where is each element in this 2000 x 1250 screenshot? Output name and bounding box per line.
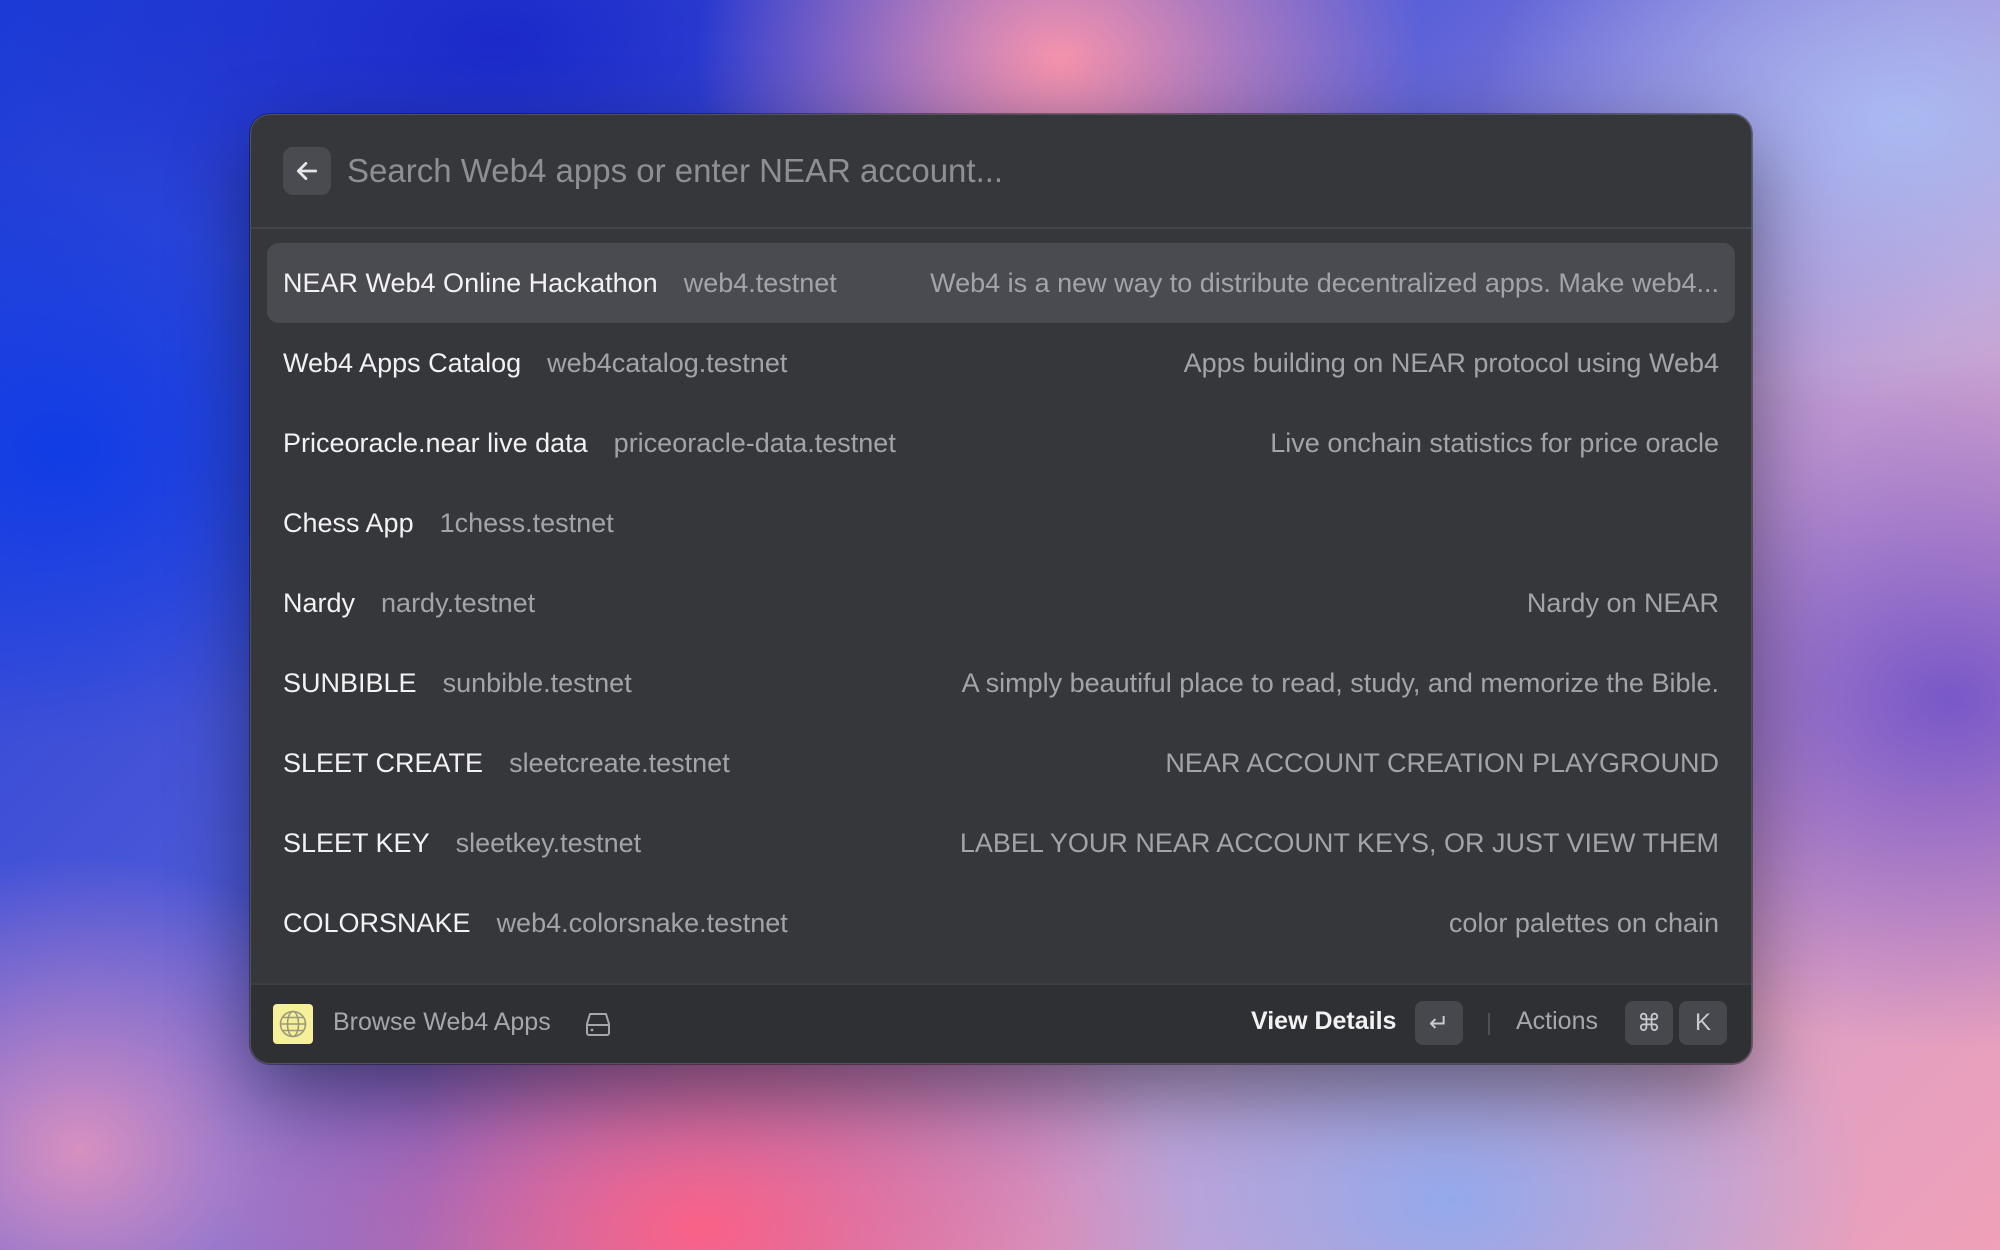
footer-bar: Browse Web4 Apps View Details ↵ Actions … bbox=[251, 983, 1751, 1063]
list-item[interactable]: COLORSNAKE web4.colorsnake.testnet color p… bbox=[267, 883, 1735, 963]
list-item[interactable]: SLEET KEY sleetkey.testnet LABEL YOUR NEAR… bbox=[267, 803, 1735, 883]
launcher-window: NEAR Web4 Online Hackathon web4.testnet We… bbox=[250, 114, 1752, 1064]
item-title: Web4 Apps Catalog bbox=[283, 347, 522, 378]
view-details-button[interactable]: View Details bbox=[1251, 1007, 1396, 1036]
enter-key-hint: ↵ bbox=[1415, 1001, 1463, 1045]
item-account: sleetcreate.testnet bbox=[509, 747, 730, 778]
item-title: Chess App bbox=[283, 507, 414, 538]
search-bar bbox=[251, 115, 1751, 229]
item-description: Web4 is a new way to distribute decentra… bbox=[930, 267, 1719, 298]
item-title: COLORSNAKE bbox=[283, 907, 471, 938]
item-account: web4catalog.testnet bbox=[547, 347, 788, 378]
item-description: color palettes on chain bbox=[1448, 907, 1719, 938]
item-description: A simply beautiful place to read, study,… bbox=[961, 667, 1719, 698]
item-account: web4.testnet bbox=[683, 267, 837, 298]
extension-title: Browse Web4 Apps bbox=[333, 1008, 551, 1036]
item-account: priceoracle-data.testnet bbox=[613, 427, 896, 458]
list-item[interactable]: NEAR Web4 Online Hackathon web4.testnet We… bbox=[267, 243, 1735, 323]
item-title: SLEET KEY bbox=[283, 827, 430, 858]
actions-button[interactable]: Actions bbox=[1516, 1007, 1598, 1036]
item-account: nardy.testnet bbox=[381, 587, 536, 618]
item-description: Live onchain statistics for price oracle bbox=[1270, 427, 1719, 458]
item-title: Nardy bbox=[283, 587, 356, 618]
list-item[interactable]: Priceoracle.near live data priceoracle-da… bbox=[267, 403, 1735, 483]
item-account: sunbible.testnet bbox=[442, 667, 632, 698]
list-item[interactable]: Nardy nardy.testnet Nardy on NEAR bbox=[267, 563, 1735, 643]
item-title: NEAR Web4 Online Hackathon bbox=[283, 267, 658, 298]
item-account: sleetkey.testnet bbox=[455, 827, 642, 858]
search-input[interactable] bbox=[347, 141, 1707, 201]
arrow-left-icon bbox=[296, 162, 318, 180]
k-key-hint: K bbox=[1679, 1001, 1727, 1045]
results-list: NEAR Web4 Online Hackathon web4.testnet We… bbox=[267, 243, 1735, 963]
item-title: Priceoracle.near live data bbox=[283, 427, 588, 458]
item-account: web4.colorsnake.testnet bbox=[496, 907, 788, 938]
item-account: 1chess.testnet bbox=[439, 507, 614, 538]
list-item[interactable]: SLEET CREATE sleetcreate.testnet NEAR ACCO… bbox=[267, 723, 1735, 803]
back-button[interactable] bbox=[283, 147, 331, 195]
command-key-hint: ⌘ bbox=[1625, 1001, 1673, 1045]
list-item[interactable]: SUNBIBLE sunbible.testnet A simply beautif… bbox=[267, 643, 1735, 723]
globe-icon bbox=[279, 1010, 307, 1038]
list-item[interactable]: Web4 Apps Catalog web4catalog.testnet Apps… bbox=[267, 323, 1735, 403]
item-description: Nardy on NEAR bbox=[1526, 587, 1719, 618]
item-title: SLEET CREATE bbox=[283, 747, 484, 778]
hard-drive-icon bbox=[586, 1013, 610, 1036]
extension-icon bbox=[273, 1004, 313, 1044]
item-description: NEAR ACCOUNT CREATION PLAYGROUND bbox=[1165, 747, 1719, 778]
item-title: SUNBIBLE bbox=[283, 667, 417, 698]
item-description: LABEL YOUR NEAR ACCOUNT KEYS, OR JUST VI… bbox=[959, 827, 1719, 858]
item-description: Apps building on NEAR protocol using Web… bbox=[1183, 347, 1719, 378]
list-item[interactable]: Chess App 1chess.testnet bbox=[267, 483, 1735, 563]
footer-divider bbox=[1488, 1013, 1490, 1035]
